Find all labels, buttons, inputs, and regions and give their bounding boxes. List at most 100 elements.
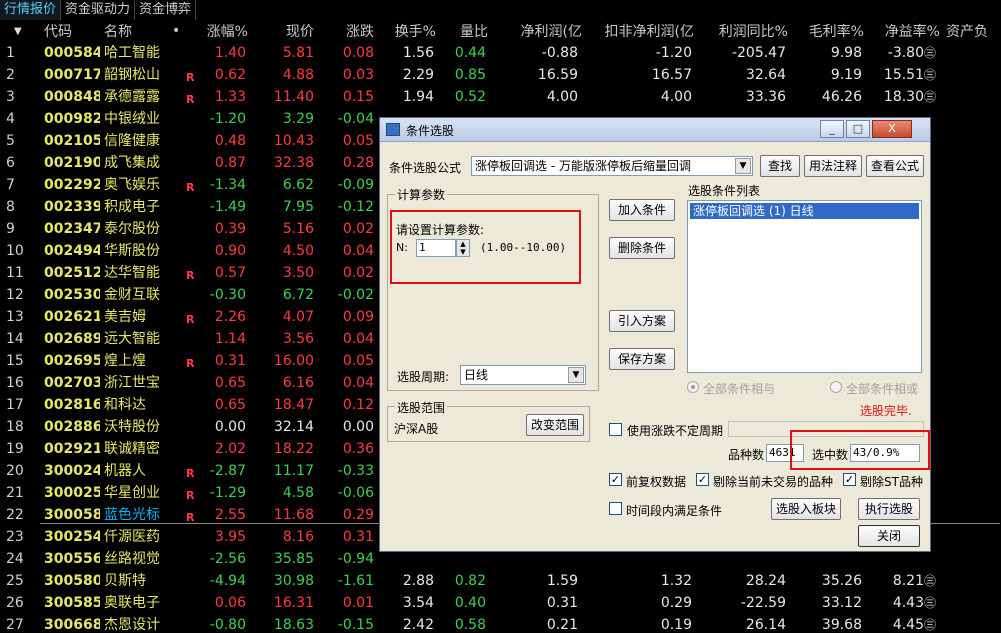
tab-fund-game[interactable]: 资金博弈 bbox=[135, 0, 197, 20]
cell-yoy: -205.47 bbox=[731, 45, 786, 61]
table-row[interactable]: 26 300585 奥联电子 0.06 16.31 0.01 3.54 0.40 0.31 0.2… bbox=[0, 592, 1001, 614]
cell-price: 4.88 bbox=[282, 67, 314, 83]
formula-label: 条件选股公式 bbox=[389, 161, 462, 175]
header-gross-margin[interactable]: 毛利率% bbox=[794, 21, 864, 41]
header-roe[interactable]: 净益率% bbox=[870, 21, 940, 41]
header-net-profit[interactable]: 净利润(亿 bbox=[494, 21, 582, 41]
header-price[interactable]: 现价 bbox=[254, 21, 314, 41]
note-icon[interactable]: ㊂ bbox=[924, 86, 940, 108]
cell-roe: 8.21 bbox=[892, 573, 924, 589]
radio-and[interactable] bbox=[687, 381, 699, 393]
cell-vr: 0.52 bbox=[454, 89, 486, 105]
table-row[interactable]: 3 000848 承德露露 R 1.33 11.40 0.15 1.94 0.52 4.00 4.0… bbox=[0, 86, 1001, 108]
cell-code: 002921 bbox=[44, 441, 100, 457]
period-checkbox[interactable] bbox=[609, 502, 622, 515]
cell-code: 300556 bbox=[44, 551, 100, 567]
cell-n: 20 bbox=[6, 463, 24, 479]
dialog-titlebar[interactable]: 条件选股 _ □ X bbox=[380, 118, 930, 142]
find-button[interactable]: 查找 bbox=[760, 155, 800, 177]
app-icon bbox=[386, 123, 400, 136]
cell-price: 18.63 bbox=[273, 617, 314, 633]
add-condition-button[interactable]: 加入条件 bbox=[609, 199, 675, 221]
cell-n: 25 bbox=[6, 573, 24, 589]
cond-listbox[interactable]: 涨停板回调选 (1) 日线 bbox=[687, 200, 922, 373]
run-button[interactable]: 执行选股 bbox=[858, 498, 920, 520]
cell-price: 5.16 bbox=[282, 221, 314, 237]
cell-chg: 0.39 bbox=[214, 221, 246, 237]
maximize-button[interactable]: □ bbox=[846, 120, 870, 138]
formula-select[interactable]: 涨停板回调选 - 万能版涨停板后缩量回调 ▼ bbox=[471, 156, 753, 176]
cell-dnp: 4.00 bbox=[660, 89, 692, 105]
cell-yoy: -22.59 bbox=[740, 595, 786, 611]
header-code[interactable]: 代码 bbox=[44, 21, 94, 41]
cell-turn: 1.94 bbox=[402, 89, 434, 105]
header-deduct-profit[interactable]: 扣非净利润(亿 bbox=[588, 21, 694, 41]
note-icon[interactable]: ㊂ bbox=[924, 64, 940, 86]
header-change[interactable]: 涨跌 bbox=[320, 21, 374, 41]
cell-n: 4 bbox=[6, 111, 15, 127]
cell-gm: 9.98 bbox=[830, 45, 862, 61]
tab-fund-drive[interactable]: 资金驱动力 bbox=[61, 0, 136, 20]
usage-button[interactable]: 用法注释 bbox=[804, 155, 862, 177]
table-row[interactable]: 2 000717 韶钢松山 R 0.62 4.88 0.03 2.29 0.85 16.59 16.… bbox=[0, 64, 1001, 86]
cell-code: 002886 bbox=[44, 419, 100, 435]
import-plan-button[interactable]: 引入方案 bbox=[609, 310, 675, 332]
cell-turn: 2.42 bbox=[402, 617, 434, 633]
close-button[interactable]: 关闭 bbox=[858, 525, 920, 547]
header-change-pct[interactable]: 涨幅% bbox=[188, 21, 248, 41]
fq-checkbox[interactable]: ✓ bbox=[609, 473, 622, 486]
tab-quotes[interactable]: 行情报价 bbox=[0, 0, 62, 20]
header-assets[interactable]: 资产负 bbox=[946, 21, 1001, 41]
cell-chg: -1.34 bbox=[209, 177, 246, 193]
header-vol-ratio[interactable]: 量比 bbox=[442, 21, 488, 41]
chevron-down-icon[interactable]: ▼ bbox=[568, 367, 584, 383]
close-icon[interactable]: X bbox=[872, 120, 912, 138]
range-value: 沪深A股 bbox=[394, 422, 439, 436]
sort-arrow-icon[interactable]: ▼ bbox=[14, 26, 28, 37]
cell-diff: -0.02 bbox=[337, 287, 374, 303]
note-icon[interactable]: ㊂ bbox=[924, 570, 940, 592]
save-plan-button[interactable]: 保存方案 bbox=[609, 348, 675, 370]
exclude-checkbox[interactable]: ✓ bbox=[696, 473, 709, 486]
to-block-button[interactable]: 选股入板块 bbox=[771, 498, 841, 520]
note-icon[interactable]: ㊂ bbox=[924, 614, 940, 633]
cell-code: 300585 bbox=[44, 595, 100, 611]
cell-roe: 18.30 bbox=[883, 89, 924, 105]
period-select[interactable]: 日线 ▼ bbox=[460, 365, 586, 385]
radio-or[interactable] bbox=[830, 381, 842, 393]
note-icon[interactable]: ㊂ bbox=[924, 592, 940, 614]
chevron-down-icon[interactable]: ▼ bbox=[735, 158, 751, 174]
cell-name: 积成电子 bbox=[104, 199, 160, 215]
cell-price: 10.43 bbox=[273, 133, 314, 149]
cell-name: 华斯股份 bbox=[104, 243, 160, 259]
cell-chg: 0.06 bbox=[214, 595, 246, 611]
table-row[interactable]: 25 300580 贝斯特 -4.94 30.98 -1.61 2.88 0.82 1.59 1.… bbox=[0, 570, 1001, 592]
cell-code: 002512 bbox=[44, 265, 100, 281]
cell-name: 丝路视觉 bbox=[104, 551, 160, 567]
cell-chg: -2.56 bbox=[209, 551, 246, 567]
cell-diff: 0.02 bbox=[342, 221, 374, 237]
cond-list-item[interactable]: 涨停板回调选 (1) 日线 bbox=[690, 203, 919, 219]
cell-name: 韶钢松山 bbox=[104, 67, 160, 83]
fq-label: 前复权数据 bbox=[626, 475, 687, 489]
header-turnover[interactable]: 换手% bbox=[380, 21, 436, 41]
change-range-button[interactable]: 改变范围 bbox=[526, 414, 584, 436]
cell-vr: 0.58 bbox=[454, 617, 486, 633]
cell-diff: -0.15 bbox=[337, 617, 374, 633]
st-checkbox[interactable]: ✓ bbox=[843, 473, 856, 486]
table-row[interactable]: 27 300668 杰恩设计 -0.80 18.63 -0.15 2.42 0.58 0.21 0… bbox=[0, 614, 1001, 633]
cell-name: 机器人 bbox=[104, 463, 146, 479]
note-icon[interactable]: ㊂ bbox=[924, 42, 940, 64]
header-name[interactable]: 名称 bbox=[104, 21, 164, 41]
use-period-checkbox[interactable] bbox=[609, 423, 622, 436]
minimize-button[interactable]: _ bbox=[820, 120, 844, 138]
use-period-label: 使用涨跌不定周期 bbox=[627, 424, 724, 438]
cell-name: 贝斯特 bbox=[104, 573, 146, 589]
delete-condition-button[interactable]: 删除条件 bbox=[609, 237, 675, 259]
header-profit-yoy[interactable]: 利润同比% bbox=[700, 21, 788, 41]
cell-code: 002689 bbox=[44, 331, 100, 347]
view-formula-button[interactable]: 查看公式 bbox=[866, 155, 924, 177]
table-row[interactable]: 1 000584 哈工智能 1.40 5.81 0.08 1.56 0.44 -0.88 -1.2… bbox=[0, 42, 1001, 64]
cell-n: 24 bbox=[6, 551, 24, 567]
cell-n: 17 bbox=[6, 397, 24, 413]
